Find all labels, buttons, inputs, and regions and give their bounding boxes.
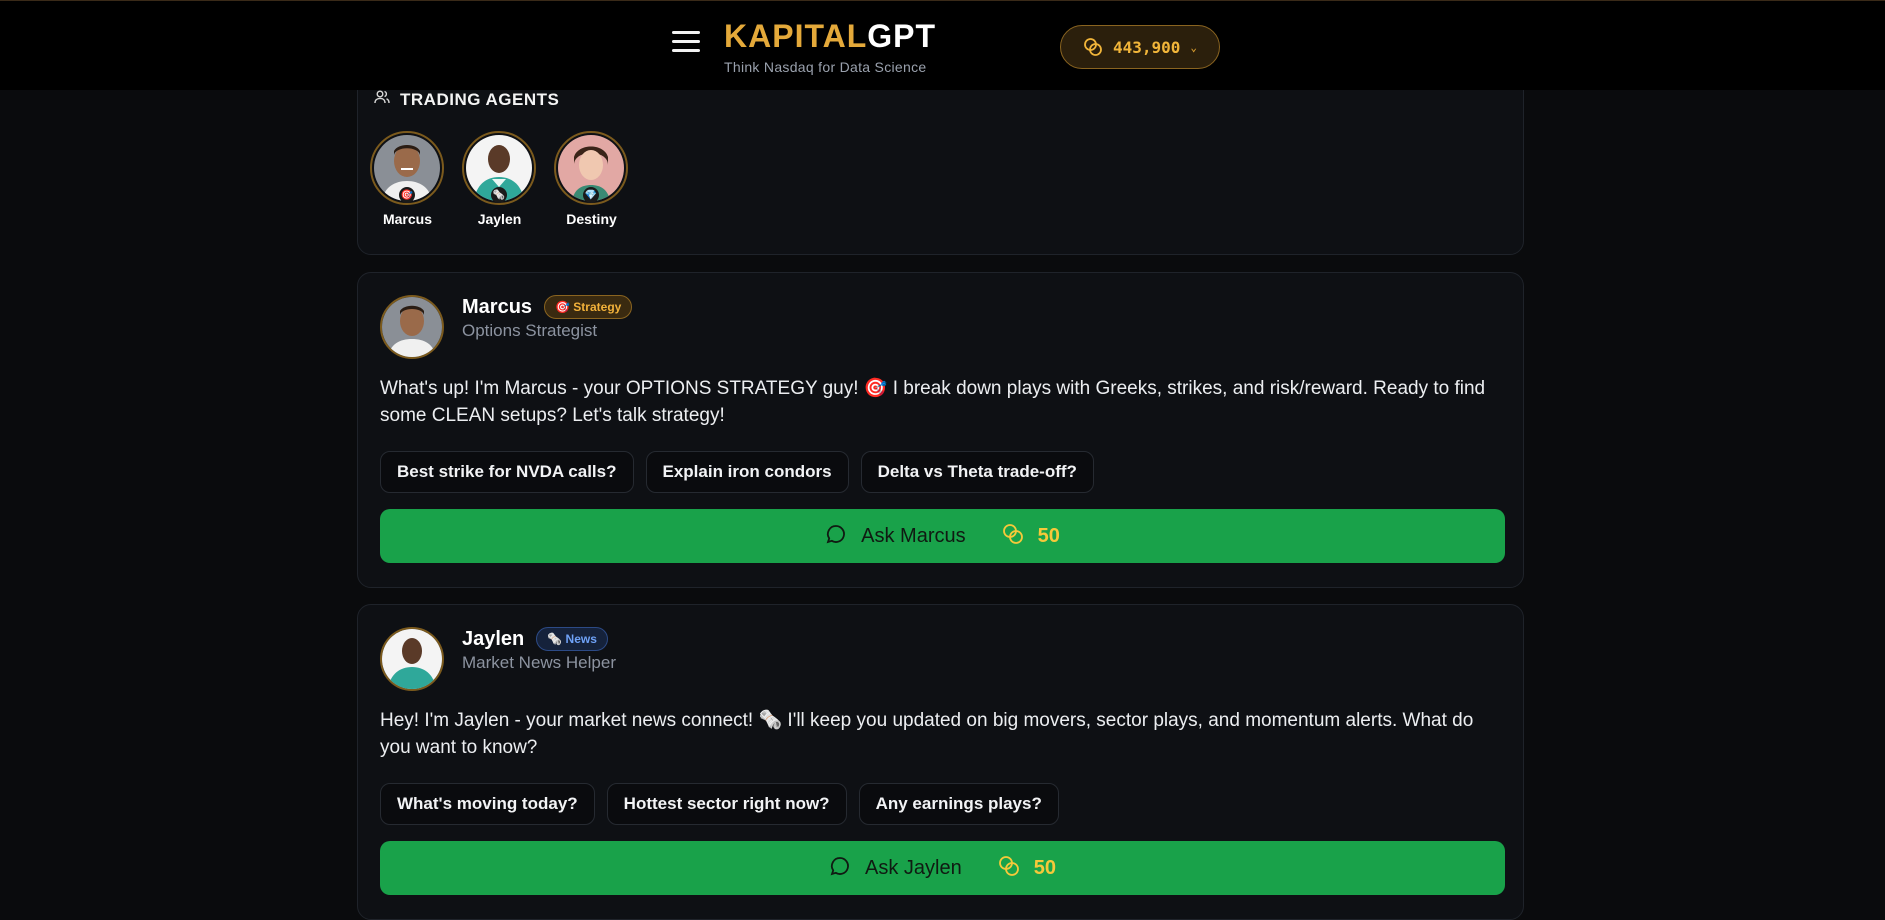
brand-tagline: Think Nasdaq for Data Science bbox=[724, 59, 927, 75]
coins-icon bbox=[1083, 37, 1103, 57]
avatar bbox=[380, 295, 444, 359]
coins-icon bbox=[1002, 523, 1024, 550]
agent-role: Options Strategist bbox=[462, 321, 598, 340]
avatar: 💎 bbox=[554, 131, 628, 205]
ask-cost: 50 bbox=[1037, 524, 1060, 547]
agent-header: Jaylen 🗞️ News bbox=[462, 627, 608, 651]
ask-cost: 50 bbox=[1033, 856, 1056, 879]
agent-role: Market News Helper bbox=[462, 653, 616, 672]
avatar: 🎯 bbox=[370, 131, 444, 205]
agent-intro-message: What's up! I'm Marcus - your OPTIONS STR… bbox=[380, 378, 1486, 426]
gem-emoji: 💎 bbox=[583, 187, 599, 203]
agent-name: Destiny bbox=[566, 211, 617, 227]
agent-name: Jaylen bbox=[477, 211, 522, 227]
agent-marcus[interactable]: 🎯 Marcus bbox=[370, 131, 445, 227]
brand[interactable]: KAPITALGPT Think Nasdaq for Data Science bbox=[724, 19, 936, 75]
suggestion-chip[interactable]: Delta vs Theta trade-off? bbox=[860, 451, 1094, 493]
suggestion-chip[interactable]: Hottest sector right now? bbox=[606, 783, 847, 825]
news-badge: 🗞️ News bbox=[536, 627, 608, 651]
strategy-badge: 🎯 Strategy bbox=[544, 295, 633, 319]
brand-part-kapital: KAPITAL bbox=[724, 18, 868, 54]
ask-button-label: Ask Marcus bbox=[861, 524, 966, 547]
agent-card-marcus: Marcus 🎯 Strategy Options Strategist Wha… bbox=[357, 272, 1524, 588]
agent-name: Marcus bbox=[382, 211, 433, 227]
suggestion-chip[interactable]: Best strike for NVDA calls? bbox=[380, 451, 634, 493]
ask-jaylen-button[interactable]: Ask Jaylen 50 bbox=[380, 841, 1505, 895]
suggestion-chip[interactable]: What's moving today? bbox=[380, 783, 595, 825]
trading-agents-header: TRADING AGENTS bbox=[374, 89, 559, 110]
suggestion-chips: What's moving today? Hottest sector righ… bbox=[380, 783, 1059, 825]
brand-part-gpt: GPT bbox=[867, 18, 937, 54]
agent-card-jaylen: Jaylen 🗞️ News Market News Helper Hey! I… bbox=[357, 604, 1524, 920]
agent-intro-message: Hey! I'm Jaylen - your market news conne… bbox=[380, 710, 1474, 758]
coin-balance-button[interactable]: 443,900 ⌄ bbox=[1060, 25, 1220, 69]
suggestion-chip[interactable]: Explain iron condors bbox=[645, 451, 849, 493]
ask-button-label: Ask Jaylen bbox=[865, 856, 962, 879]
suggestion-chips: Best strike for NVDA calls? Explain iron… bbox=[380, 451, 1094, 493]
top-header: KAPITALGPT Think Nasdaq for Data Science… bbox=[0, 0, 1885, 90]
ask-marcus-button[interactable]: Ask Marcus 50 bbox=[380, 509, 1505, 563]
agent-header: Marcus 🎯 Strategy bbox=[462, 295, 633, 319]
trading-agents-title: TRADING AGENTS bbox=[400, 89, 560, 109]
coin-balance-value: 443,900 bbox=[1112, 37, 1181, 57]
agent-jaylen[interactable]: 🗞️ Jaylen bbox=[462, 131, 537, 227]
coins-icon bbox=[998, 855, 1020, 882]
agent-destiny[interactable]: 💎 Destiny bbox=[554, 131, 629, 227]
chat-bubble-icon bbox=[825, 523, 847, 550]
target-emoji: 🎯 bbox=[399, 187, 415, 203]
suggestion-chip[interactable]: Any earnings plays? bbox=[858, 783, 1059, 825]
hamburger-menu-icon[interactable] bbox=[672, 31, 700, 57]
avatar bbox=[380, 627, 444, 691]
chat-bubble-icon bbox=[829, 855, 851, 882]
agent-name: Marcus bbox=[462, 295, 533, 318]
chevron-down-icon: ⌄ bbox=[1190, 40, 1198, 54]
agent-name: Jaylen bbox=[462, 627, 525, 650]
trading-agents-panel: TRADING AGENTS 🎯 Marcus 🗞️ Jaylen 💎 Dest… bbox=[357, 70, 1524, 255]
brand-title: KAPITALGPT bbox=[724, 19, 936, 53]
agent-list: 🎯 Marcus 🗞️ Jaylen 💎 Destiny bbox=[370, 131, 629, 227]
newspaper-emoji: 🗞️ bbox=[491, 187, 507, 203]
users-icon bbox=[374, 89, 390, 110]
avatar: 🗞️ bbox=[462, 131, 536, 205]
